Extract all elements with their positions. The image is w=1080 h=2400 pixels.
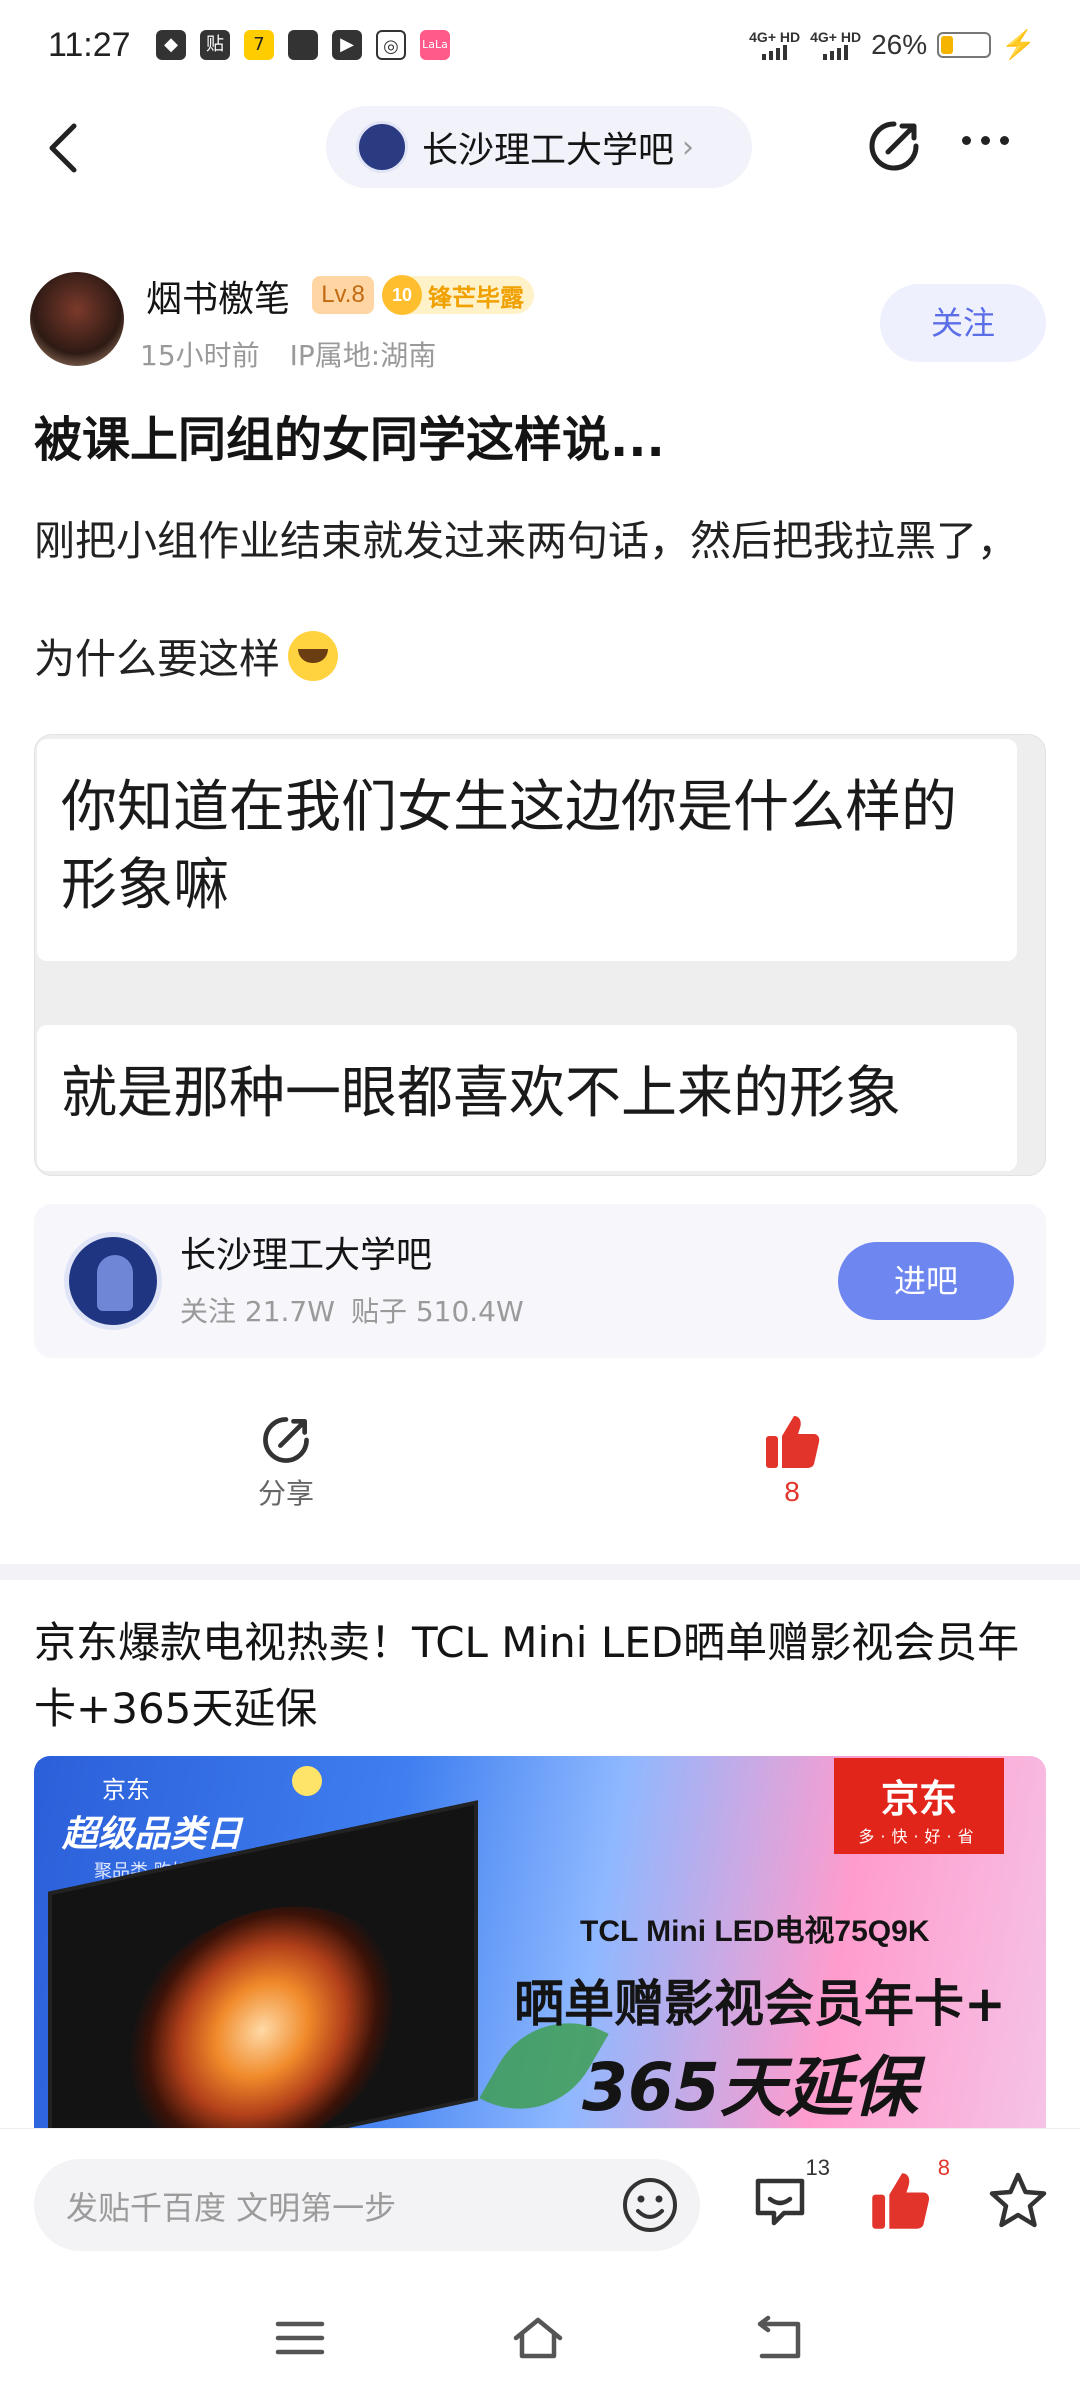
chevron-right-icon: › <box>682 129 695 165</box>
post-body: 刚把小组作业结束就发过来两句话，然后把我拉黑了，为什么要这样 <box>34 482 1044 718</box>
charging-icon: ⚡ <box>1001 29 1036 60</box>
forum-link[interactable]: 长沙理工大学吧 › <box>326 106 752 188</box>
thumbs-up-filled-icon <box>872 2173 930 2229</box>
emoji-icon[interactable] <box>620 2175 680 2235</box>
system-nav-bar <box>0 2264 1080 2400</box>
square-icon <box>288 30 318 60</box>
jd-logo-text: 京东 <box>880 1777 957 1821</box>
like-count-bar: 8 <box>937 2155 950 2180</box>
jd-logo-sub: 多·快·好·省 <box>858 1827 980 1846</box>
post-time: 15小时前 <box>140 339 260 372</box>
system-back-icon[interactable] <box>752 2314 808 2362</box>
reply-placeholder: 发贴千百度 文明第一步 <box>66 2189 397 2227</box>
section-divider <box>0 1564 1080 1580</box>
post-title: 被课上同组的女同学这样说... <box>34 412 665 468</box>
menu-icon[interactable] <box>272 2314 328 2362</box>
ad-tag-top: 京东 <box>102 1776 150 1804</box>
forum-logo <box>356 121 408 173</box>
ad-tag-main: 超级品类日 <box>62 1814 243 1855</box>
ad-banner[interactable]: 京东 超级品类日 聚品类 购好物 京东 多·快·好·省 TCL Mini LED… <box>34 1756 1046 2128</box>
like-button[interactable]: 8 <box>868 2155 950 2233</box>
forum-card-logo <box>64 1232 162 1330</box>
ad-title[interactable]: 京东爆款电视热卖！TCL Mini LED晒单赠影视会员年卡+365天延保 <box>34 1610 1044 1742</box>
author-avatar[interactable] <box>30 272 124 366</box>
comment-count: 13 <box>805 2155 830 2180</box>
share-label: 分享 <box>257 1477 314 1510</box>
author-name[interactable]: 烟书檄笔 <box>146 270 290 322</box>
honor-gem-icon: 10 <box>382 275 422 315</box>
forum-card-name: 长沙理工大学吧 <box>180 1235 433 1276</box>
duck-icon: 7 <box>244 30 274 60</box>
forum-followers: 关注 21.7W <box>180 1295 335 1328</box>
honor-badge: 10 锋芒毕露 <box>382 275 534 315</box>
like-count: 8 <box>784 1476 800 1507</box>
ad-slogan-1: 晒单赠影视会员年卡+ <box>514 1975 1006 2033</box>
home-icon[interactable] <box>510 2314 566 2362</box>
ad-decor-dot <box>292 1766 322 1796</box>
like-action[interactable]: 8 <box>732 1412 852 1508</box>
top-nav: 长沙理工大学吧 › <box>0 96 1080 200</box>
more-options-icon[interactable] <box>962 136 1009 145</box>
jd-logo: 京东 多·快·好·省 <box>834 1758 1004 1854</box>
ad-slogan-2: 365天延保 <box>582 2049 918 2126</box>
crying-emoji-icon <box>288 631 338 681</box>
lalala-icon: LaLa <box>420 30 450 60</box>
comment-icon <box>755 2178 805 2226</box>
reply-input[interactable]: 发贴千百度 文明第一步 <box>34 2159 700 2251</box>
battery-icon <box>937 31 992 58</box>
comment-button[interactable]: 13 <box>748 2155 830 2233</box>
ip-location: IP属地:湖南 <box>289 339 437 372</box>
forum-card-stats: 关注 21.7W 贴子 510.4W <box>180 1290 524 1330</box>
post-body-text: 刚把小组作业结束就发过来两句话，然后把我拉黑了，为什么要这样 <box>34 517 1018 683</box>
share-action-icon <box>263 1417 309 1463</box>
qq-icon: ◆ <box>156 30 186 60</box>
post-image[interactable]: 你知道在我们女生这边你是什么样的形象嘛 就是那种一眼都喜欢不上来的形象 <box>34 734 1046 1176</box>
forum-posts: 贴子 510.4W <box>350 1295 524 1328</box>
ad-model: TCL Mini LED电视75Q9K <box>580 1915 930 1948</box>
battery-percent: 26% <box>871 28 928 60</box>
thumbs-up-icon <box>766 1416 820 1468</box>
star-icon <box>989 2172 1047 2228</box>
tieba-icon: 贴 <box>200 30 230 60</box>
level-badge: Lv.8 <box>312 276 374 314</box>
status-time: 11:27 <box>48 26 131 64</box>
signal-2-icon: 4G+ HD <box>810 30 861 60</box>
share-action[interactable]: 分享 <box>226 1412 346 1512</box>
weibo-icon: ◎ <box>376 30 406 60</box>
post-meta: 15小时前 IP属地:湖南 <box>140 334 436 374</box>
chat-bubble-2: 就是那种一眼都喜欢不上来的形象 <box>37 1025 1017 1171</box>
signal-1-icon: 4G+ HD <box>749 30 800 60</box>
follow-button[interactable]: 关注 <box>880 284 1046 362</box>
favorite-button[interactable] <box>986 2169 1050 2233</box>
back-arrow-icon[interactable] <box>44 120 84 176</box>
honor-title: 锋芒毕露 <box>428 283 524 312</box>
video-icon: ▶ <box>332 30 362 60</box>
notification-icons: ◆ 贴 7 ▶ ◎ LaLa <box>156 30 450 60</box>
share-icon[interactable] <box>864 116 924 176</box>
enter-forum-button[interactable]: 进吧 <box>838 1242 1014 1320</box>
forum-name: 长沙理工大学吧 <box>422 130 675 171</box>
status-right: 4G+ HD 4G+ HD 26% ⚡ <box>749 28 1036 61</box>
status-bar: 11:27 ◆ 贴 7 ▶ ◎ LaLa 4G+ HD 4G+ HD 26% ⚡ <box>0 0 1080 96</box>
forum-card[interactable]: 长沙理工大学吧 关注 21.7W 贴子 510.4W 进吧 <box>34 1204 1046 1358</box>
bottom-comment-bar: 发贴千百度 文明第一步 13 8 <box>0 2128 1080 2264</box>
chat-bubble-1: 你知道在我们女生这边你是什么样的形象嘛 <box>37 739 1017 961</box>
